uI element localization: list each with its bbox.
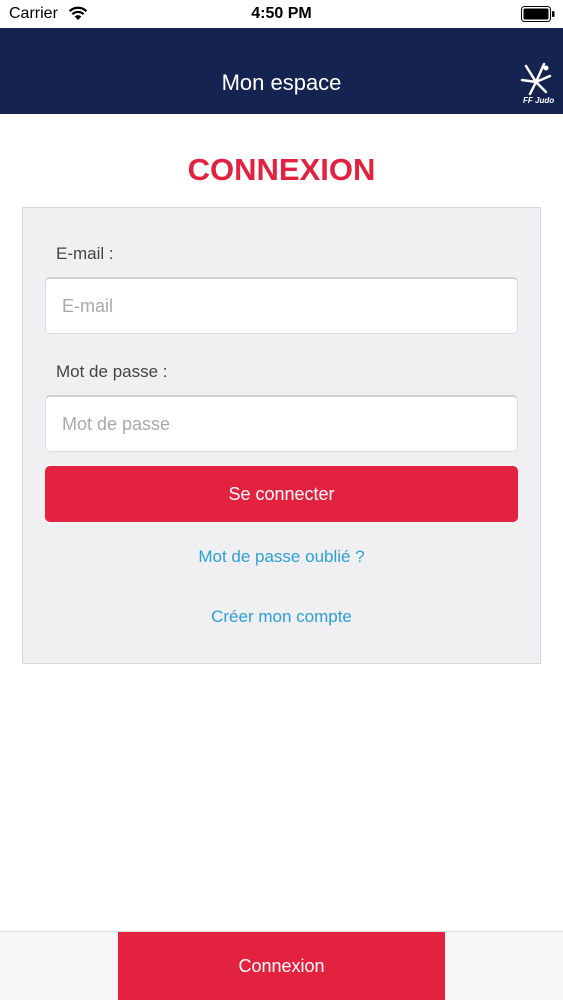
nav-title: Mon espace [221,70,342,95]
login-form-panel: E-mail : Mot de passe : Se connecter Mot… [22,207,541,664]
page-title: CONNEXION [187,152,376,187]
email-label: E-mail : [56,244,114,263]
password-label: Mot de passe : [56,362,168,381]
navigation-bar: Mon espace FF Judo [0,28,563,114]
status-bar: Carrier 4:50 PM [0,0,563,28]
logo-text: FF Judo [523,96,555,105]
bottom-bar: Connexion [0,931,563,1000]
email-input[interactable] [45,277,518,334]
password-input[interactable] [45,395,518,452]
create-account-link[interactable]: Créer mon compte [23,607,540,627]
bottom-login-tab[interactable]: Connexion [118,932,445,1000]
forgot-password-link[interactable]: Mot de passe oublié ? [23,547,540,567]
status-time: 4:50 PM [251,5,312,22]
login-button[interactable]: Se connecter [45,466,518,522]
battery-icon [521,6,555,22]
